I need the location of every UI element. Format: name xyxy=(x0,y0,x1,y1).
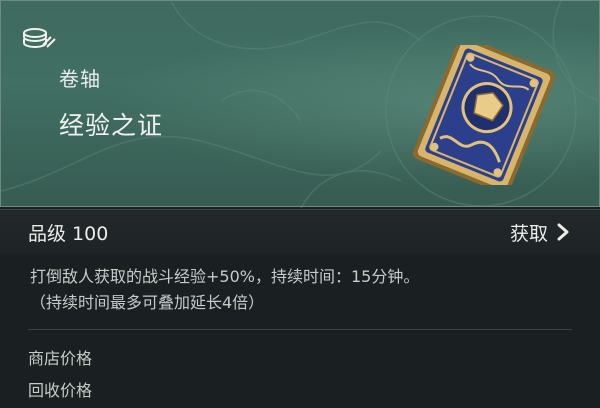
grade-bar: 品级 100 获取 xyxy=(0,209,600,254)
item-name: 经验之证 xyxy=(59,111,164,140)
item-description-note: （持续时间最多可叠加延长4倍） xyxy=(30,293,265,312)
recycle-price-label: 回收价格 xyxy=(28,381,93,400)
divider xyxy=(28,329,572,330)
shop-price-label: 商店价格 xyxy=(28,349,93,368)
obtain-button[interactable]: 获取 xyxy=(510,217,570,247)
chevron-right-icon xyxy=(557,223,569,241)
obtain-label: 获取 xyxy=(509,222,548,245)
coins-icon xyxy=(23,28,56,48)
item-details: 打倒敌人获取的战斗经验+50%，持续时间：15分钟。 （持续时间最多可叠加延长4… xyxy=(0,253,600,408)
item-description: 打倒敌人获取的战斗经验+50%，持续时间：15分钟。 xyxy=(30,267,420,286)
experience-card-icon xyxy=(412,45,556,185)
item-grade: 品级 100 xyxy=(28,223,109,245)
item-header: 卷轴 经验之证 xyxy=(0,0,600,208)
item-category: 卷轴 xyxy=(59,67,101,91)
item-tooltip-card: 卷轴 经验之证 品级 100 获取 打倒敌人获取的战斗经验+50%，持续时间：1… xyxy=(0,0,600,408)
